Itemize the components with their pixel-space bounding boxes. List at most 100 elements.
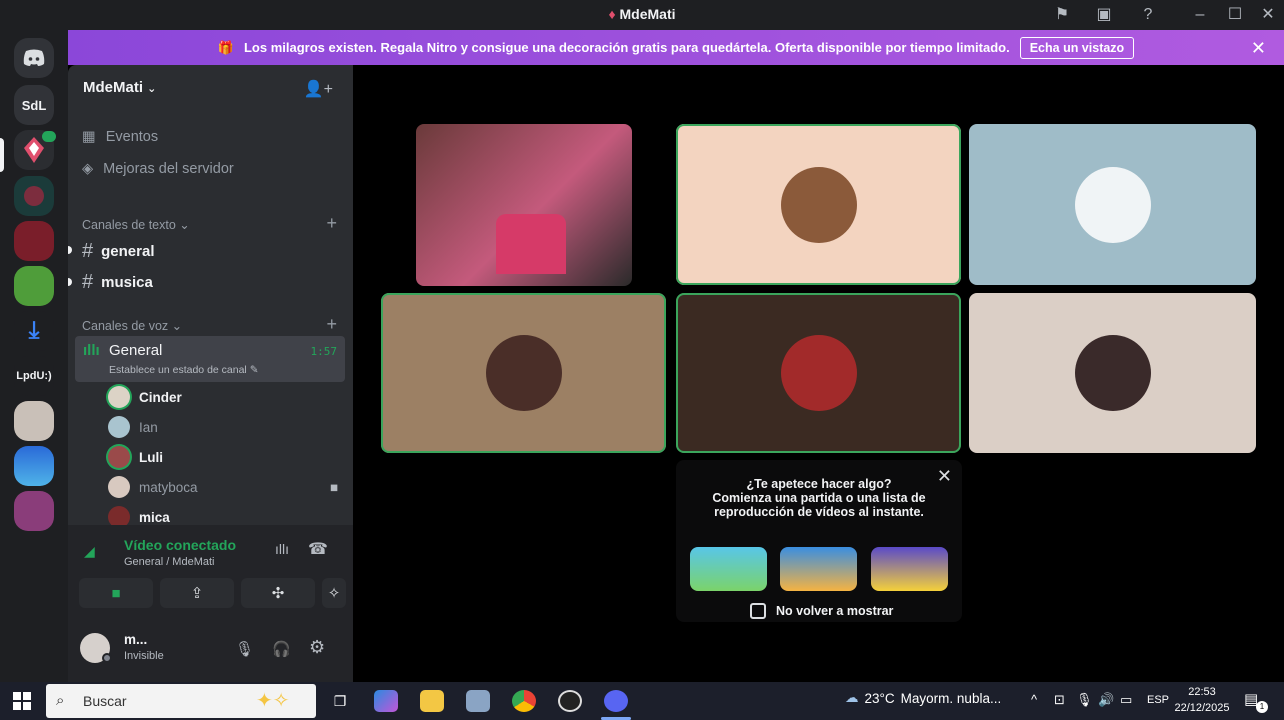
screen-share-icon: ⇪ [190,585,204,602]
volume-icon[interactable]: 🔊 [1098,692,1114,708]
activity-suggestion: ✕ ¿Te apetece hacer algo? Comienza una p… [676,460,962,622]
file-explorer-icon[interactable] [420,690,444,712]
member-luli[interactable]: Luli [108,446,163,468]
server-icon-10[interactable] [14,491,54,531]
chevron-up-icon[interactable]: ^ [1031,692,1037,707]
screen-share-button[interactable]: ⇪ [160,578,234,608]
participant-tile[interactable] [969,293,1256,453]
windows-start-icon[interactable] [13,692,31,715]
inbox-icon[interactable]: ▣ [1094,5,1114,25]
clock-date[interactable]: 22/12/2025 [1172,702,1232,714]
copilot-icon[interactable] [374,690,398,712]
discord-home-icon[interactable] [14,38,54,78]
connection-signal-icon: ◢ [84,543,95,559]
server-icon-5[interactable] [14,266,54,306]
category-voice[interactable]: Canales de voz ⌄ [82,318,182,333]
microphone-icon[interactable]: 🎙 [235,640,254,658]
server-icon-4[interactable] [14,221,54,261]
member-matyboca[interactable]: matyboca ■ [108,476,338,498]
taskbar-search[interactable]: ⌕ Buscar ✦✧ [46,684,316,718]
boost-icon: ◈ [82,161,94,177]
disconnect-icon[interactable]: ☎ [308,539,328,559]
call-timer: 1:57 [310,345,338,358]
help-icon[interactable]: ? [1138,5,1158,25]
nav-boosts[interactable]: ◈ Mejoras del servidor [82,161,234,177]
video-feed-tile[interactable] [416,124,632,286]
video-camera-icon: ■ [111,584,121,602]
server-lpdu[interactable]: LpdU:) [14,356,54,396]
activity-game-tile[interactable] [780,547,857,591]
participant-tile[interactable] [969,124,1256,285]
download-apps-icon[interactable]: ⤓ [14,311,54,351]
category-text[interactable]: Canales de texto ⌄ [82,217,190,232]
app-logo-icon: ♦ [608,6,616,22]
username[interactable]: m... [124,632,147,647]
selected-indicator [0,138,4,172]
activity-game-tile[interactable] [871,547,948,591]
activities-button[interactable]: ✣ [241,578,315,608]
chrome-icon[interactable] [512,690,536,712]
avatar [108,476,130,498]
participant-tile[interactable] [676,293,961,453]
checkbox[interactable] [750,603,766,619]
server-icon-8[interactable] [14,401,54,441]
unread-indicator [68,278,72,286]
flag-icon[interactable]: ⚑ [1052,5,1072,25]
network-icon[interactable]: ▭ [1120,692,1132,708]
maximize-button[interactable]: ☐ [1225,5,1245,25]
chevron-down-icon: ⌄ [147,83,157,95]
soundboard-button[interactable]: ✧ [322,578,346,608]
server-icon-3[interactable] [14,176,54,216]
guild-header[interactable]: MdeMati ⌄ [83,79,156,96]
dont-show-again[interactable]: No volver a mostrar [750,603,893,619]
banner-cta-button[interactable]: Echa un vistazo [1019,36,1135,59]
channel-musica[interactable]: # musica [82,271,153,294]
server-mdemati[interactable] [14,130,56,170]
headphones-icon[interactable]: 🎧 [272,640,291,658]
server-sdl[interactable]: SdL [14,85,54,125]
voice-channel-general[interactable]: ıllı General 1:57 Establece un estado de… [75,336,345,382]
activity-game-tile[interactable] [690,547,767,591]
language-indicator[interactable]: ESP [1147,694,1169,706]
app-icon[interactable] [466,690,490,712]
noise-suppression-icon[interactable]: ıllı [275,541,289,557]
participant-tile[interactable] [676,124,961,285]
discord-taskbar-icon[interactable] [604,690,628,712]
camera-feed [496,214,566,274]
activity-icon: ✣ [271,585,285,602]
banner-text: Los milagros existen. Regala Nitro y con… [243,40,1010,55]
microphone-tray-icon[interactable]: 🎙 [1076,692,1093,708]
camera-button[interactable]: ■ [79,578,153,608]
connection-location[interactable]: General / MdeMati [124,556,214,568]
member-cinder[interactable]: Cinder [108,386,182,408]
notification-badge [42,131,56,142]
app-icon[interactable] [558,690,582,712]
gift-icon: 🎁 [217,39,234,55]
weather-widget[interactable]: ☁ 23°C Mayorm. nubla... [845,690,1001,706]
user-status: Invisible [124,650,164,662]
add-voice-channel-icon[interactable]: + [326,314,337,335]
connection-status[interactable]: Vídeo conectado [124,537,236,553]
clock-time[interactable]: 22:53 [1176,686,1228,698]
close-window-button[interactable]: ✕ [1258,5,1278,25]
gear-icon[interactable]: ⚙ [309,637,325,658]
activity-body-line2: reproducción de vídeos al instante. [714,505,924,519]
invite-people-icon[interactable]: 👤+ [304,79,333,99]
channel-sidebar: MdeMati ⌄ 👤+ ▦ Eventos ◈ Mejoras del servi… [68,65,353,682]
task-view-icon[interactable]: ❐ [328,690,352,712]
minimize-button[interactable]: – [1190,5,1210,25]
nav-events[interactable]: ▦ Eventos [82,129,158,145]
member-ian[interactable]: Ian [108,416,158,438]
add-text-channel-icon[interactable]: + [326,213,337,234]
server-list: SdL ⤓ LpdU:) [0,30,68,682]
unread-indicator [68,246,72,254]
banner-close-icon[interactable]: ✕ [1251,38,1266,59]
server-icon-9[interactable] [14,446,54,486]
close-icon[interactable]: ✕ [937,466,952,487]
voice-channel-name: General [109,342,163,359]
search-placeholder: Buscar [83,693,127,709]
channel-status[interactable]: Establece un estado de canal ✎ [109,364,259,376]
channel-general[interactable]: # general [82,240,154,263]
participant-tile[interactable] [381,293,666,453]
system-tray-icon[interactable]: ⊡ [1054,692,1065,708]
